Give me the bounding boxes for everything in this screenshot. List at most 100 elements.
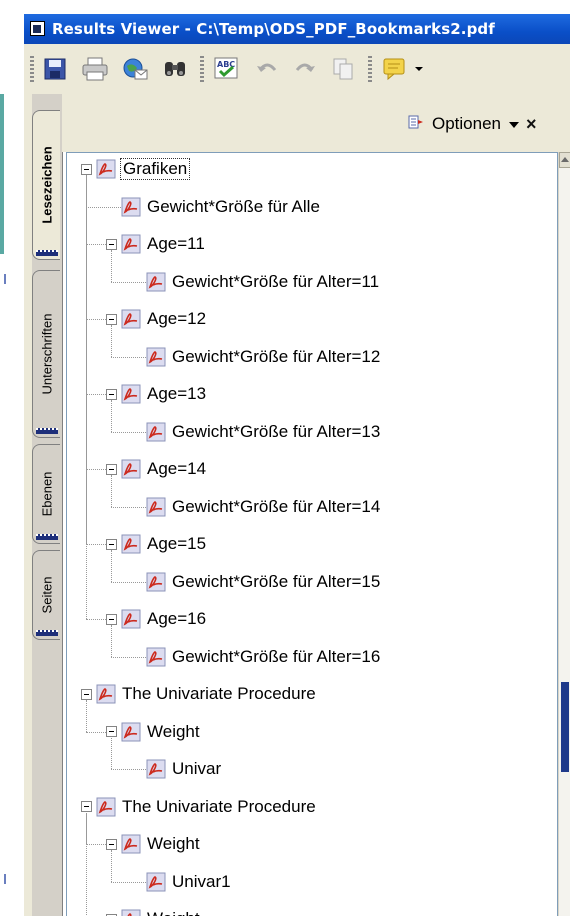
bookmark-group[interactable]: Gewicht*Größe für Alle xyxy=(121,195,320,219)
tab-unterschriften[interactable]: Unterschriften xyxy=(32,270,60,438)
bookmark-group[interactable]: Age=14 xyxy=(106,457,206,481)
tree-connector xyxy=(111,431,146,433)
spellcheck-icon[interactable]: ABC xyxy=(212,54,242,84)
tree-connector xyxy=(86,844,106,845)
tab-label: Ebenen xyxy=(39,471,54,517)
bookmark-group[interactable]: Grafiken xyxy=(81,157,191,181)
tab-seiten[interactable]: Seiten xyxy=(32,550,60,640)
tree-connector xyxy=(111,656,146,658)
tab-lesezeichen[interactable]: Lesezeichen xyxy=(32,110,60,260)
copy-icon[interactable] xyxy=(328,54,358,84)
bookmark-group[interactable]: Age=12 xyxy=(106,307,206,331)
bookmark-group[interactable]: Weight xyxy=(106,832,200,856)
tree-connector xyxy=(86,244,106,245)
print-icon[interactable] xyxy=(80,54,110,84)
pdf-bookmark-icon xyxy=(146,497,166,517)
pdf-bookmark-icon xyxy=(121,459,141,479)
undo-icon[interactable] xyxy=(252,54,282,84)
tree-connector xyxy=(111,250,112,282)
bookmark-group[interactable]: The Univariate Procedure xyxy=(81,682,316,706)
vertical-scrollbar[interactable] xyxy=(558,152,570,916)
tab-grip xyxy=(36,630,58,636)
bookmark-group[interactable]: Age=11 xyxy=(106,232,205,256)
tree-connector xyxy=(111,625,112,657)
close-panel-button[interactable]: × xyxy=(526,114,537,135)
bookmark-group[interactable]: Age=13 xyxy=(106,382,206,406)
collapse-icon[interactable] xyxy=(81,163,92,175)
pdf-bookmark-icon xyxy=(96,797,116,817)
bookmark-item[interactable]: Gewicht*Größe für Alter=15 xyxy=(146,570,380,594)
bookmark-label: Univar1 xyxy=(172,871,231,891)
bookmark-label: Age=14 xyxy=(147,459,207,478)
bookmark-label: Age=15 xyxy=(147,534,207,553)
bookmark-tree[interactable]: Grafiken Gewicht*Größe für Alle Age=11 Gewi… xyxy=(66,152,558,916)
tab-ebenen[interactable]: Ebenen xyxy=(32,444,60,544)
collapse-icon[interactable] xyxy=(106,726,117,737)
tree-connector xyxy=(111,769,146,770)
collapse-icon[interactable] xyxy=(106,538,117,550)
bookmark-group[interactable]: The Univariate Procedure xyxy=(81,795,316,819)
background-window-mark xyxy=(4,274,6,284)
tree-connector xyxy=(111,400,112,432)
bookmark-label: Grafiken xyxy=(120,158,191,180)
collapse-icon[interactable] xyxy=(81,801,92,812)
collapse-icon[interactable] xyxy=(106,463,117,475)
pdf-bookmark-icon xyxy=(146,647,166,667)
bookmark-group[interactable]: Age=16 xyxy=(106,607,206,631)
collapse-icon[interactable] xyxy=(106,388,117,400)
bookmark-label: Gewicht*Größe für Alter=16 xyxy=(172,646,381,666)
tree-connector xyxy=(86,394,106,395)
bookmark-group[interactable]: Weight xyxy=(106,720,200,744)
toolbar-grip xyxy=(368,56,372,84)
bookmark-label: Univar xyxy=(172,759,222,778)
pdf-bookmark-icon xyxy=(146,272,166,292)
bookmark-item[interactable]: Gewicht*Größe für Alter=13 xyxy=(146,420,380,444)
redo-icon[interactable] xyxy=(290,54,320,84)
collapse-icon[interactable] xyxy=(81,688,92,700)
panel-frame xyxy=(24,94,32,916)
title-bar[interactable]: Results Viewer - C:\Temp\ODS_PDF_Bookmar… xyxy=(24,14,570,44)
collapse-icon[interactable] xyxy=(106,313,117,325)
scroll-thumb[interactable] xyxy=(561,682,569,772)
bookmark-item[interactable]: Gewicht*Größe für Alter=14 xyxy=(146,495,380,519)
bookmark-label: Gewicht*Größe für Alter=13 xyxy=(172,421,381,441)
background-window-edge xyxy=(0,94,24,916)
bookmark-label: Gewicht*Größe für Alter=15 xyxy=(172,571,381,591)
tree-connector xyxy=(86,469,106,470)
collapse-icon[interactable] xyxy=(106,838,117,850)
bookmark-item[interactable]: Gewicht*Größe für Alter=12 xyxy=(146,345,380,369)
email-icon[interactable] xyxy=(120,54,150,84)
bookmark-label: Gewicht*Größe für Alter=12 xyxy=(172,346,381,366)
bookmark-item[interactable]: Gewicht*Größe für Alter=11 xyxy=(146,270,379,294)
chevron-down-icon[interactable] xyxy=(412,54,426,84)
bookmark-label: Age=12 xyxy=(147,309,207,328)
comment-icon[interactable] xyxy=(380,54,410,84)
tree-connector xyxy=(86,206,121,208)
toolbar-grip[interactable] xyxy=(30,56,34,84)
tree-connector xyxy=(111,881,146,883)
bookmark-label: The Univariate Procedure xyxy=(122,684,316,703)
options-button[interactable]: Optionen xyxy=(408,114,519,134)
tree-connector xyxy=(86,319,106,320)
pdf-bookmark-icon xyxy=(121,534,141,554)
pdf-bookmark-icon xyxy=(146,572,166,592)
collapse-icon[interactable] xyxy=(106,613,117,625)
save-icon[interactable] xyxy=(40,54,70,84)
tab-grip xyxy=(36,534,58,540)
bookmark-label: The Univariate Procedure xyxy=(122,796,316,816)
pdf-bookmark-icon xyxy=(121,722,141,742)
bookmark-label: Gewicht*Größe für Alle xyxy=(147,196,320,216)
bookmark-item[interactable]: Univar1 xyxy=(146,870,231,894)
bookmark-group[interactable]: Age=15 xyxy=(106,532,206,556)
bookmark-label: Weight xyxy=(147,834,200,853)
bookmark-group[interactable]: Weight xyxy=(106,907,200,916)
side-tab-strip: Lesezeichen Unterschriften Ebenen Seiten xyxy=(32,94,63,916)
bookmark-item[interactable]: Gewicht*Größe für Alter=16 xyxy=(146,645,380,669)
bookmark-item[interactable]: Univar xyxy=(146,757,221,781)
find-icon[interactable] xyxy=(160,54,190,84)
pdf-bookmark-icon xyxy=(146,347,166,367)
pdf-bookmark-icon xyxy=(121,834,141,854)
bookmark-label: Age=16 xyxy=(147,609,207,628)
scroll-up-button[interactable] xyxy=(559,152,570,168)
collapse-icon[interactable] xyxy=(106,238,117,250)
